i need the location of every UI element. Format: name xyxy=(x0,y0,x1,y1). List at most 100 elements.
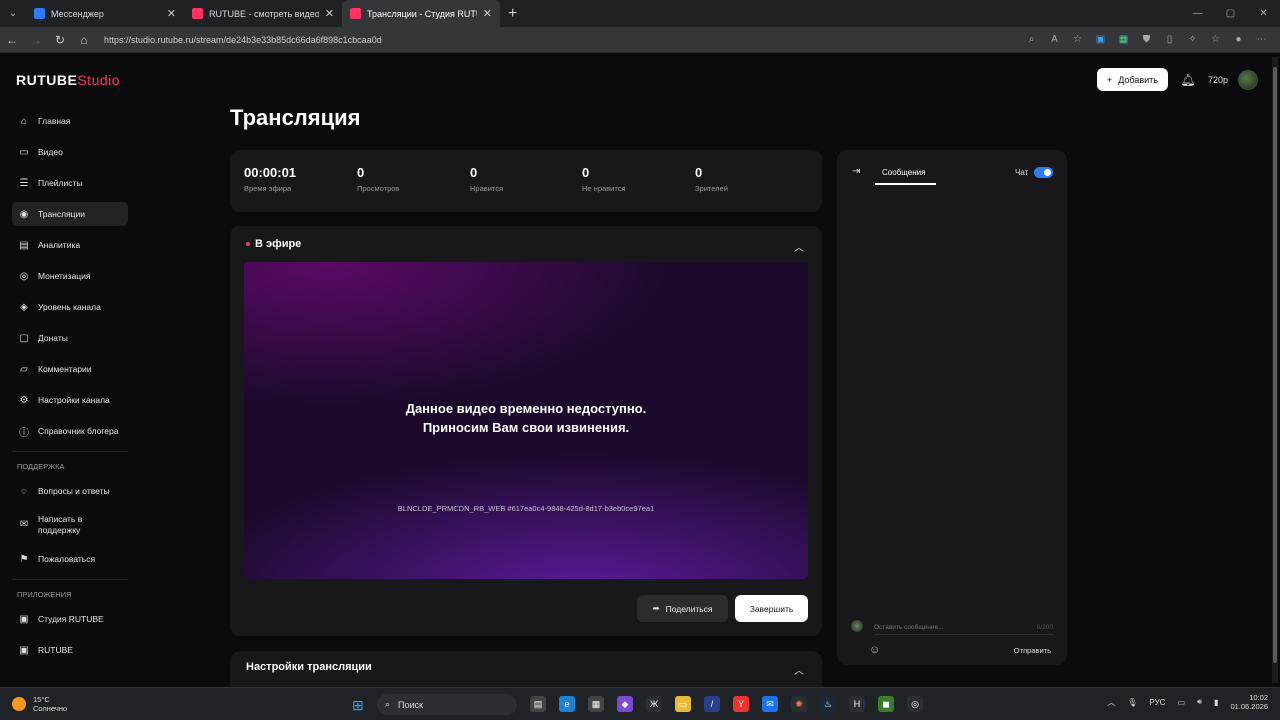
close-tab-icon[interactable]: ✕ xyxy=(167,7,176,20)
back-icon[interactable]: ← xyxy=(0,33,24,47)
collapse-panel-icon[interactable]: ⇥ xyxy=(852,166,860,177)
sidebar-item-channel-settings[interactable]: ⚙ Настройки канала xyxy=(12,388,128,412)
extension-icon[interactable]: ▦ xyxy=(1117,33,1130,46)
close-window-icon[interactable]: ✕ xyxy=(1247,0,1280,27)
end-stream-button[interactable]: Завершить xyxy=(735,595,808,622)
chevron-up-icon[interactable]: ︿ xyxy=(794,662,804,677)
windows-start-icon[interactable]: ⊞ xyxy=(352,697,364,714)
taskbar-search[interactable]: ⌕ Поиск xyxy=(377,694,517,715)
minimize-icon[interactable]: — xyxy=(1181,0,1214,27)
live-header[interactable]: В эфире xyxy=(246,238,301,250)
volume-icon[interactable]: 🔊︎ xyxy=(1197,697,1202,707)
sidebar-item-faq[interactable]: ◌ Вопросы и ответы xyxy=(12,479,128,503)
sidebar-item-comments[interactable]: ▱ Комментарии xyxy=(12,357,128,381)
edge-icon[interactable]: e xyxy=(559,696,575,712)
profile-icon[interactable]: ● xyxy=(1232,33,1245,46)
add-button[interactable]: + Добавить xyxy=(1096,68,1168,91)
rutube-studio-logo[interactable]: RUTUBEStudio xyxy=(16,72,120,88)
steam-icon[interactable]: ♨ xyxy=(820,696,836,712)
tab-studio[interactable]: Трансляции - Студия RUTUBE ✕ xyxy=(342,0,500,27)
home-browser-icon[interactable]: ⌂ xyxy=(72,33,96,47)
tray-overflow-icon[interactable]: ︿ xyxy=(1107,697,1115,708)
chevron-up-icon[interactable]: ︿ xyxy=(794,239,804,254)
sidebar-item-guide[interactable]: ⓘ Справочник блогера xyxy=(12,419,128,443)
sidebar-item-report[interactable]: ⚑ Пожаловаться xyxy=(12,547,128,571)
shield-icon[interactable]: ⛊ xyxy=(1140,33,1153,46)
bell-icon[interactable]: 🔔︎ xyxy=(1178,73,1198,87)
stat-value: 0 xyxy=(357,165,365,180)
stat-label: Просмотров xyxy=(357,184,400,193)
sidebar-item-broadcasts[interactable]: ◉ Трансляции xyxy=(12,202,128,226)
reload-icon[interactable]: ↻ xyxy=(48,33,72,47)
emoji-icon[interactable]: ☺ xyxy=(869,644,880,656)
sidebar-item-analytics[interactable]: ▤ Аналитика xyxy=(12,233,128,257)
rutube-app-icon: ▣ xyxy=(19,644,29,656)
page-scrollbar[interactable] xyxy=(1272,57,1278,683)
sidebar-item-home[interactable]: ⌂ Главная xyxy=(12,109,128,133)
extensions-puzzle-icon[interactable]: ✧ xyxy=(1186,33,1199,46)
yandex-browser-icon[interactable]: Y xyxy=(733,696,749,712)
chat-toggle[interactable] xyxy=(1034,167,1053,178)
app-icon[interactable]: / xyxy=(704,696,720,712)
battery-icon[interactable]: ▮ xyxy=(1214,698,1218,707)
app-icon[interactable]: ✺ xyxy=(791,696,807,712)
close-tab-icon[interactable]: ✕ xyxy=(325,7,334,20)
sidebar-item-studio-app[interactable]: ▣ Студия RUTUBE xyxy=(12,607,128,631)
split-screen-icon[interactable]: ▯ xyxy=(1163,33,1176,46)
app-icon[interactable]: Ж xyxy=(646,696,662,712)
sidebar-item-write-support[interactable]: ✉ Написать в поддержку xyxy=(12,510,128,540)
minecraft-icon[interactable]: ◼ xyxy=(878,696,894,712)
tab-messages[interactable]: Сообщения xyxy=(882,168,925,177)
stream-settings-panel[interactable]: Настройки трансляции ︿ xyxy=(230,651,822,691)
video-player[interactable]: Данное видео временно недоступно. Принос… xyxy=(244,262,808,579)
zoom-icon[interactable]: ⌕ xyxy=(1025,33,1038,46)
player-error-code: BLNCLDE_PRMCDN_RB_WEB #617ea0c4-9848-425… xyxy=(397,504,655,513)
close-tab-icon[interactable]: ✕ xyxy=(483,7,492,20)
forward-icon[interactable]: → xyxy=(24,33,48,47)
read-aloud-icon[interactable]: A xyxy=(1048,33,1061,46)
sidebar-item-video[interactable]: ▭ Видео xyxy=(12,140,128,164)
sidebar-item-label: Написать в поддержку xyxy=(38,513,83,535)
sidebar-item-monetization[interactable]: ◎ Монетизация xyxy=(12,264,128,288)
network-icon[interactable]: ▭ xyxy=(1177,698,1185,707)
obs-icon[interactable]: ◎ xyxy=(907,696,923,712)
extension-icons: ⌕ A ☆ ▣ ▦ ⛊ ▯ ✧ ☆ ● ⋯ xyxy=(1025,33,1268,46)
sidebar-item-donates[interactable]: ▢ Донаты xyxy=(12,326,128,350)
sidebar-item-level[interactable]: ◈ Уровень канала xyxy=(12,295,128,319)
more-icon[interactable]: ⋯ xyxy=(1255,33,1268,46)
sidebar-item-rutube-app[interactable]: ▣ RUTUBE xyxy=(12,638,128,662)
tab-search-icon[interactable]: ⌄ xyxy=(0,0,26,27)
send-button[interactable]: Отправить xyxy=(1014,646,1051,655)
quality-label[interactable]: 720p xyxy=(1208,75,1228,85)
url-field[interactable]: https://studio.rutube.ru/stream/de24b3e3… xyxy=(104,35,1025,45)
sidebar-item-playlists[interactable]: ☰ Плейлисты xyxy=(12,171,128,195)
favorite-star-icon[interactable]: ☆ xyxy=(1071,33,1084,46)
browser-tab-bar: ⌄ Мессенджер ✕ RUTUBE - смотреть видео о… xyxy=(0,0,1280,27)
store-icon[interactable]: ▦ xyxy=(588,696,604,712)
chat-char-counter: 0/200 xyxy=(1036,624,1053,631)
tab-messenger[interactable]: Мессенджер ✕ xyxy=(26,0,184,27)
stat-label: Время эфира xyxy=(244,184,292,193)
scrollbar-thumb[interactable] xyxy=(1273,67,1277,663)
level-icon: ◈ xyxy=(20,301,28,313)
mail-app-icon[interactable]: ✉ xyxy=(762,696,778,712)
weather-widget[interactable]: 15°C Солнечно xyxy=(12,695,67,713)
favorites-icon[interactable]: ☆ xyxy=(1209,33,1222,46)
share-button[interactable]: ➦ Поделиться xyxy=(637,595,728,622)
clock-date: 01.06.2026 xyxy=(1230,702,1268,712)
new-tab-icon[interactable]: + xyxy=(508,5,517,23)
app-icon[interactable]: H xyxy=(849,696,865,712)
microphone-icon[interactable]: 🎙︎ xyxy=(1127,698,1137,707)
avatar xyxy=(851,620,863,632)
app-icon[interactable]: ◆ xyxy=(617,696,633,712)
avatar[interactable] xyxy=(1238,69,1258,90)
task-view-icon[interactable]: ▤ xyxy=(530,696,546,712)
extension-icon[interactable]: ▣ xyxy=(1094,33,1107,46)
clock[interactable]: 10:02 01.06.2026 xyxy=(1230,693,1268,712)
rutube-favicon-icon xyxy=(192,8,203,19)
folder-icon[interactable]: ▭ xyxy=(675,696,691,712)
tab-rutube[interactable]: RUTUBE - смотреть видео онлайн ✕ xyxy=(184,0,342,27)
chat-message-input[interactable]: Оставить сообщение... xyxy=(874,624,944,631)
maximize-icon[interactable]: ▢ xyxy=(1214,0,1247,27)
language-indicator[interactable]: РУС xyxy=(1149,698,1165,707)
